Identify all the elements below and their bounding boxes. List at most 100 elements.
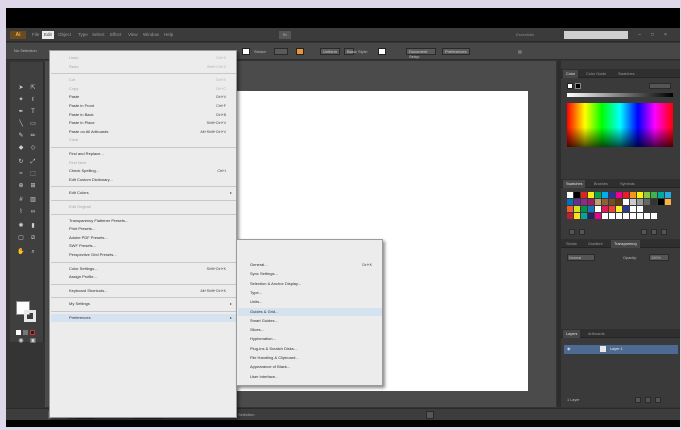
- pref-menu-item-user-interface[interactable]: User Interface...: [238, 373, 382, 382]
- swatch[interactable]: [644, 199, 650, 205]
- menu-view[interactable]: View: [126, 31, 140, 39]
- bridge-button[interactable]: Br: [279, 31, 291, 39]
- pref-menu-item-appearance-of-black[interactable]: Appearance of Black...: [238, 363, 382, 372]
- pen-tool-icon[interactable]: ✒: [16, 108, 26, 117]
- edit-menu-item-print-presets[interactable]: Print Presets...: [51, 225, 236, 233]
- stroke-color-box[interactable]: [24, 310, 36, 322]
- paintbrush-tool-icon[interactable]: ✎: [16, 132, 26, 141]
- variable-width-swatch[interactable]: [296, 48, 304, 55]
- gradient-mode-icon[interactable]: [23, 330, 28, 335]
- swatch[interactable]: [595, 206, 601, 212]
- artboard-tool-icon[interactable]: ▢: [16, 234, 26, 243]
- free-transform-tool-icon[interactable]: ⬚: [28, 170, 38, 179]
- tab-swatches-top[interactable]: Swatches: [615, 70, 637, 78]
- fill-swatch[interactable]: [242, 48, 250, 55]
- menu-edit[interactable]: Edit: [42, 31, 54, 39]
- swatch[interactable]: [609, 192, 615, 198]
- gradient-tool-icon[interactable]: ▥: [28, 196, 38, 205]
- line-tool-icon[interactable]: ╲: [16, 120, 26, 129]
- width-tool-icon[interactable]: ≈: [16, 170, 26, 179]
- swatch[interactable]: [609, 206, 615, 212]
- tab-color-guide[interactable]: Color Guide: [583, 70, 609, 78]
- color-spectrum[interactable]: [567, 103, 673, 147]
- swatch[interactable]: [609, 213, 615, 219]
- panel-fill-swatch[interactable]: [567, 83, 573, 89]
- new-layer-icon[interactable]: [645, 397, 651, 403]
- lasso-tool-icon[interactable]: ℓ: [28, 96, 38, 105]
- scale-tool-icon[interactable]: ⤢: [28, 158, 38, 167]
- edit-menu-item-perspective-grid-presets[interactable]: Perspective Grid Presets...: [51, 251, 236, 259]
- layer-row[interactable]: ◉ Layer 1: [564, 345, 678, 354]
- screen-mode-icon[interactable]: ▣: [28, 337, 38, 346]
- close-icon[interactable]: ×: [662, 31, 669, 39]
- swatch[interactable]: [588, 199, 594, 205]
- tab-symbols[interactable]: Symbols: [617, 180, 638, 188]
- swatch[interactable]: [665, 192, 671, 198]
- edit-menu-item-my-settings[interactable]: My Settings ▸: [51, 300, 236, 308]
- swatch[interactable]: [630, 192, 636, 198]
- swatch[interactable]: [588, 192, 594, 198]
- swatch[interactable]: [581, 192, 587, 198]
- pref-menu-item-type[interactable]: Type...: [238, 289, 382, 298]
- pencil-tool-icon[interactable]: ✏: [28, 132, 38, 141]
- pref-menu-item-guides-and-grid[interactable]: Guides & Grid...: [238, 307, 382, 316]
- zoom-tool-icon[interactable]: ⌕: [28, 248, 38, 257]
- swatch[interactable]: [581, 206, 587, 212]
- edit-menu-item-transparency-flattener-presets[interactable]: Transparency Flattener Presets...: [51, 217, 236, 225]
- swatch[interactable]: [651, 199, 657, 205]
- swatch[interactable]: [630, 199, 636, 205]
- shape-builder-tool-icon[interactable]: ⊕: [16, 182, 26, 191]
- new-color-group-icon[interactable]: [641, 229, 647, 235]
- swatch[interactable]: [574, 199, 580, 205]
- swatch[interactable]: [602, 192, 608, 198]
- edit-menu-item-paste-in-back[interactable]: Paste in Back Ctrl+B: [51, 111, 236, 119]
- grayscale-ramp[interactable]: [567, 93, 673, 97]
- column-graph-tool-icon[interactable]: ▮: [28, 222, 38, 231]
- swatch[interactable]: [637, 206, 643, 212]
- symbol-sprayer-tool-icon[interactable]: ✺: [16, 222, 26, 231]
- stroke-weight-field[interactable]: [274, 48, 288, 55]
- blob-brush-tool-icon[interactable]: ◆: [16, 144, 26, 153]
- menu-effect[interactable]: Effect: [108, 31, 123, 39]
- tab-brushes[interactable]: Brushes: [591, 180, 611, 188]
- swatch[interactable]: [665, 199, 671, 205]
- swatch[interactable]: [595, 192, 601, 198]
- swatch-libraries-icon[interactable]: [569, 229, 575, 235]
- panel-stroke-swatch[interactable]: [575, 83, 581, 89]
- eraser-tool-icon[interactable]: ◇: [28, 144, 38, 153]
- swatch[interactable]: [588, 206, 594, 212]
- tab-swatches[interactable]: Swatches: [563, 180, 586, 188]
- rectangle-tool-icon[interactable]: ▭: [28, 120, 38, 129]
- swatch[interactable]: [567, 206, 573, 212]
- edit-menu-item-assign-profile[interactable]: Assign Profile...: [51, 273, 236, 281]
- magic-wand-tool-icon[interactable]: ✦: [16, 96, 26, 105]
- swatch[interactable]: [602, 213, 608, 219]
- none-mode-icon[interactable]: [30, 330, 35, 335]
- swatch[interactable]: [651, 213, 657, 219]
- swatch[interactable]: [637, 192, 643, 198]
- swatch[interactable]: [602, 199, 608, 205]
- edit-menu-item-swf-presets[interactable]: SWF Presets...: [51, 242, 236, 250]
- edit-menu-item-paste-in-place[interactable]: Paste in Place Shift+Ctrl+V: [51, 119, 236, 127]
- swatch[interactable]: [616, 199, 622, 205]
- menu-select[interactable]: Select: [90, 31, 107, 39]
- pref-menu-item-selection-and-anchor-display[interactable]: Selection & Anchor Display...: [238, 280, 382, 289]
- style-swatch[interactable]: [378, 48, 386, 55]
- swatch[interactable]: [623, 206, 629, 212]
- delete-layer-icon[interactable]: [655, 397, 661, 403]
- new-sublayer-icon[interactable]: [635, 397, 641, 403]
- edit-menu-item-paste-on-all-artboards[interactable]: Paste on All Artboards Alt+Shift+Ctrl+V: [51, 128, 236, 136]
- workspace-switcher[interactable]: Essentials: [516, 31, 534, 39]
- arrange-icon[interactable]: ▤: [518, 48, 522, 55]
- eye-icon[interactable]: ◉: [567, 346, 570, 352]
- swatch[interactable]: [588, 213, 594, 219]
- menu-window[interactable]: Window: [141, 31, 161, 39]
- hand-tool-icon[interactable]: ✋: [16, 248, 26, 257]
- mesh-tool-icon[interactable]: #: [16, 196, 26, 205]
- layer-name[interactable]: Layer 1: [610, 346, 623, 352]
- swatch[interactable]: [581, 213, 587, 219]
- eyedropper-tool-icon[interactable]: ⌇: [16, 208, 26, 217]
- minimize-icon[interactable]: –: [636, 31, 643, 39]
- edit-menu-item-preferences[interactable]: Preferences ▸: [51, 314, 236, 322]
- horizontal-scroll-thumb[interactable]: [426, 411, 434, 419]
